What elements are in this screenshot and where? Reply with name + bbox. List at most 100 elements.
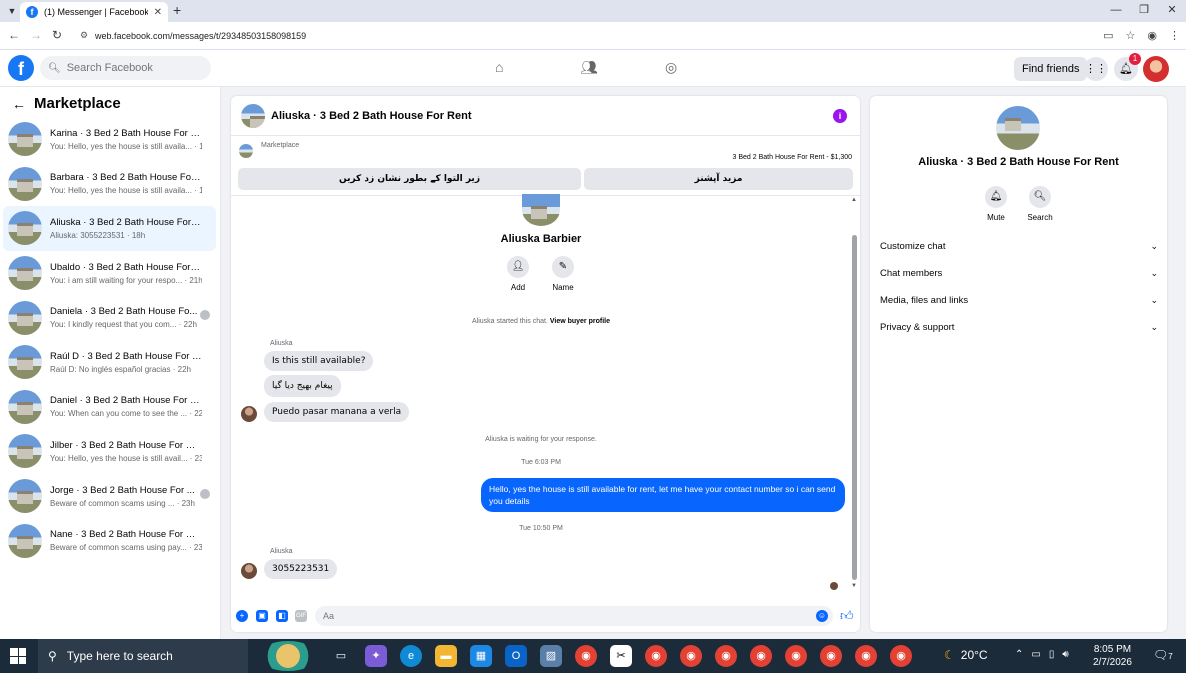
name-action[interactable]: ✎ Name [543,256,583,292]
close-tab-icon[interactable]: ✕ [154,7,162,18]
scroll-up-icon[interactable]: ▲ [851,197,857,203]
minimize-icon[interactable]: — [1102,0,1130,20]
clock[interactable]: 8:05 PM 2/7/2026 [1093,643,1132,669]
page-scrollbar[interactable] [1178,87,1186,639]
privacy-support-row[interactable]: Privacy & support ⌄ [880,317,1158,337]
browser-menu-icon[interactable]: ⋮ [1169,29,1180,42]
windows-start-icon[interactable] [10,648,26,664]
back-arrow-icon[interactable]: ← [12,96,26,112]
store-icon[interactable]: ▦ [470,645,492,667]
chat-scrollbar[interactable]: ▲ ▼ [850,197,858,592]
url-text[interactable]: web.facebook.com/messages/t/293485031580… [95,31,306,41]
find-friends-button[interactable]: Find friends [1014,57,1088,81]
menu-grid-icon[interactable]: ⋮⋮ [1084,57,1108,81]
copilot-icon[interactable]: ✦ [365,645,387,667]
weather-widget[interactable]: ☾ 20°C [944,648,988,662]
incoming-message[interactable]: Is this still available? [264,351,374,371]
conversation-item[interactable]: Raúl D · 3 Bed 2 Bath House For R... Raúl… [3,340,216,385]
conversation-item[interactable]: Daniela · 3 Bed 2 Bath House Fo... You: I… [3,295,216,340]
conversation-item[interactable]: Karina · 3 Bed 2 Bath House For Re... You… [3,117,216,162]
thumbs-up-icon[interactable]: 👍︎ [840,608,854,624]
capcut-icon[interactable]: ✂ [610,645,632,667]
home-icon[interactable]: ⌂ [495,59,503,75]
photos-icon[interactable]: ▨ [540,645,562,667]
back-icon[interactable]: ← [8,28,20,42]
chrome-icon[interactable]: ◉ [890,645,912,667]
photo-icon[interactable]: ▣ [256,610,268,622]
notification-center-icon[interactable]: 🗨︎7 [1153,648,1173,662]
gif-icon[interactable]: GIF [295,610,307,622]
groups-icon[interactable]: ◎ [665,59,677,76]
chrome-icon[interactable]: ◉ [680,645,702,667]
site-info-icon[interactable]: ⚙ [80,30,88,41]
more-options-button[interactable]: مزید آپشنز [584,168,853,190]
incoming-message[interactable]: 3055223531 [264,559,338,579]
mark-pending-button[interactable]: زیر التوا کے بطور نشان زد کریں [238,168,581,190]
plus-icon[interactable]: + [236,610,248,622]
browser-tab[interactable]: f (1) Messenger | Facebook ✕ [20,2,168,22]
outgoing-message[interactable]: Hello, yes the house is still available … [481,478,845,512]
incoming-message[interactable]: پیغام بھیج دیا گیا [264,375,341,397]
listing-title-price[interactable]: 3 Bed 2 Bath House For Rent - $1,300 [733,154,852,161]
chat-title[interactable]: Aliuska · 3 Bed 2 Bath House For Rent [271,110,471,122]
volume-icon[interactable]: 🔊︎ [1062,649,1068,660]
network-icon[interactable]: ▭ [1031,649,1040,660]
media-files-links-row[interactable]: Media, files and links ⌄ [880,290,1158,310]
profile-icon[interactable]: ◉ [1147,29,1157,42]
sticker-icon[interactable]: ◧ [276,610,288,622]
reload-icon[interactable]: ↻ [52,28,62,42]
edge-icon[interactable]: e [400,645,422,667]
friends-icon[interactable]: 👥︎ [580,59,598,76]
taskbar-search[interactable]: ⚲ Type here to search [38,639,248,673]
sender-avatar[interactable] [241,563,257,579]
close-window-icon[interactable]: ✕ [1158,0,1186,20]
maximize-icon[interactable]: ❐ [1130,0,1158,20]
conversation-item[interactable]: Ubaldo · 3 Bed 2 Bath House For R... You:… [3,251,216,296]
emoji-icon[interactable]: ☺ [816,610,828,622]
sender-avatar[interactable] [241,406,257,422]
facebook-search[interactable]: 🔍︎ [40,56,211,80]
scroll-down-icon[interactable]: ▼ [851,583,857,589]
customize-chat-row[interactable]: Customize chat ⌄ [880,236,1158,256]
conversation-item[interactable]: Jilber · 3 Bed 2 Bath House For Rent You:… [3,429,216,474]
chrome-icon[interactable]: ◉ [820,645,842,667]
account-avatar[interactable] [1143,56,1169,82]
battery-icon[interactable]: ▯ [1049,649,1055,660]
chrome-icon[interactable]: ◉ [575,645,597,667]
add-action[interactable]: 👤︎ Add [498,256,538,292]
search-highlight-icon[interactable] [258,641,318,671]
chrome-icon[interactable]: ◉ [645,645,667,667]
facebook-logo-icon[interactable]: f [8,55,34,81]
chrome-icon[interactable]: ◉ [785,645,807,667]
view-buyer-profile-link[interactable]: View buyer profile [550,318,610,325]
listing-thumbnail[interactable] [239,144,253,158]
chat-listing-thumbnail[interactable] [241,104,265,128]
task-view-icon[interactable]: ▭ [330,645,352,667]
chrome-icon[interactable]: ◉ [715,645,737,667]
chevron-up-icon[interactable]: ⌃ [1015,649,1023,660]
bookmark-star-icon[interactable]: ☆ [1126,29,1136,42]
install-app-icon[interactable]: ▭ [1103,29,1113,42]
new-tab-icon[interactable]: + [173,2,181,18]
conversation-item[interactable]: Aliuska · 3 Bed 2 Bath House For R... Ali… [3,206,216,251]
tab-list-icon[interactable]: ▼ [4,3,20,19]
conversation-item[interactable]: Nane · 3 Bed 2 Bath House For Rent Beware… [3,518,216,563]
search-input[interactable] [66,62,197,74]
conversation-info-icon[interactable]: i [833,109,847,123]
conversation-item[interactable]: Daniel · 3 Bed 2 Bath House For Re... You… [3,385,216,430]
scrollbar-thumb[interactable] [852,235,857,580]
outlook-icon[interactable]: O [505,645,527,667]
message-input[interactable] [315,606,833,626]
chrome-icon[interactable]: ◉ [855,645,877,667]
conversation-item[interactable]: Barbara · 3 Bed 2 Bath House For ... You:… [3,162,216,207]
search-action[interactable]: 🔍︎ Search [1020,186,1060,222]
mute-action[interactable]: 🔔︎ Mute [976,186,1016,222]
file-explorer-icon[interactable]: ▬ [435,645,457,667]
chat-members-row[interactable]: Chat members ⌄ [880,263,1158,283]
buyer-profile-photo[interactable] [522,194,560,226]
conversation-item[interactable]: Jorge · 3 Bed 2 Bath House For ... Beware… [3,474,216,519]
details-listing-photo[interactable] [996,106,1040,150]
forward-icon[interactable]: → [30,28,42,42]
incoming-message[interactable]: Puedo pasar manana a verla [264,402,410,422]
chrome-icon[interactable]: ◉ [750,645,772,667]
